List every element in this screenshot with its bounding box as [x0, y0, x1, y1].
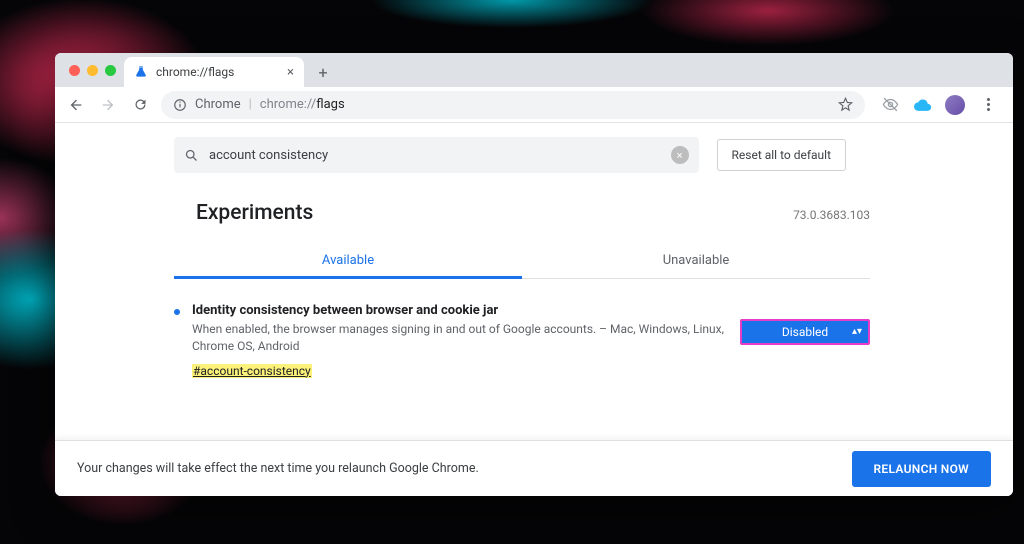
kebab-menu-icon: [987, 98, 990, 111]
flag-title: Identity consistency between browser and…: [192, 303, 728, 318]
flag-state-select[interactable]: Disabled ▴▾: [740, 319, 870, 345]
address-bar[interactable]: Chrome | chrome://flags: [161, 91, 865, 119]
chrome-window: chrome://flags × + Chrome | chrome://fla…: [55, 53, 1013, 496]
bookmark-star-icon[interactable]: [838, 97, 853, 112]
search-icon: [184, 148, 199, 163]
relaunch-bar: Your changes will take effect the next t…: [55, 440, 1013, 496]
flag-body: Identity consistency between browser and…: [192, 303, 728, 379]
page-title: Experiments: [196, 201, 313, 225]
omnibox-separator: |: [249, 97, 252, 112]
omnibox-url: chrome://flags: [260, 97, 345, 112]
relaunch-button[interactable]: RELAUNCH NOW: [852, 451, 992, 487]
flag-hash-link[interactable]: #account-consistency: [192, 364, 312, 378]
reset-all-button[interactable]: Reset all to default: [717, 139, 846, 171]
heading-row: Experiments 73.0.3683.103: [196, 201, 870, 225]
info-icon: [173, 98, 187, 112]
browser-tab[interactable]: chrome://flags ×: [124, 57, 304, 87]
flask-icon: [134, 65, 148, 79]
tab-available[interactable]: Available: [174, 243, 522, 278]
relaunch-message: Your changes will take effect the next t…: [77, 461, 479, 476]
tab-title: chrome://flags: [156, 65, 279, 79]
flag-item: Identity consistency between browser and…: [174, 279, 870, 379]
clear-search-icon[interactable]: ×: [671, 146, 689, 164]
modified-indicator-dot: [174, 309, 180, 315]
reload-button[interactable]: [129, 94, 151, 116]
tab-strip: chrome://flags × +: [55, 53, 1013, 87]
flag-select-wrap: Disabled ▴▾: [740, 303, 870, 379]
extension-cloud-icon[interactable]: [913, 96, 931, 114]
flag-state-value: Disabled: [782, 325, 828, 339]
maximize-window-button[interactable]: [105, 65, 116, 76]
window-controls: [63, 53, 124, 87]
flags-top-row: × Reset all to default: [174, 137, 870, 173]
flags-tabs: Available Unavailable: [174, 243, 870, 279]
tab-close-icon[interactable]: ×: [287, 65, 294, 80]
profile-avatar[interactable]: [945, 95, 965, 115]
minimize-window-button[interactable]: [87, 65, 98, 76]
browser-menu-button[interactable]: [979, 96, 997, 114]
browser-toolbar: Chrome | chrome://flags: [55, 87, 1013, 123]
forward-button[interactable]: [97, 94, 119, 116]
back-button[interactable]: [65, 94, 87, 116]
flag-description: When enabled, the browser manages signin…: [192, 321, 728, 356]
omnibox-chip: Chrome: [195, 97, 241, 112]
tab-unavailable[interactable]: Unavailable: [522, 243, 870, 278]
page-content: × Reset all to default Experiments 73.0.…: [55, 123, 1013, 496]
toolbar-actions: [875, 95, 1003, 115]
select-chevron-icon: ▴▾: [852, 329, 862, 335]
new-tab-button[interactable]: +: [310, 59, 336, 85]
close-window-button[interactable]: [69, 65, 80, 76]
chrome-version: 73.0.3683.103: [793, 208, 870, 222]
flags-search-box[interactable]: ×: [174, 137, 699, 173]
flags-search-input[interactable]: [209, 148, 661, 163]
plus-icon: +: [318, 63, 327, 82]
extension-eye-icon[interactable]: [881, 96, 899, 114]
